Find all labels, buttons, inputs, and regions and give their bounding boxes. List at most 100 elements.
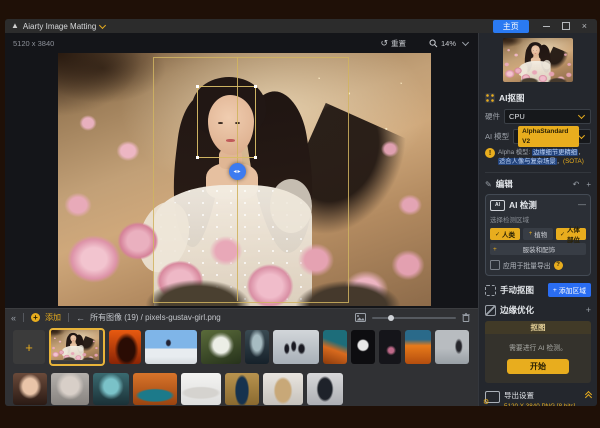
detect-chip-clothing[interactable]: + 服装和配饰	[490, 243, 586, 255]
add-region-button[interactable]: + 添加区域	[548, 283, 591, 297]
collapse-card-icon[interactable]: —	[578, 201, 586, 209]
girl-dress	[521, 61, 551, 82]
add-image-icon[interactable]: +	[31, 313, 40, 322]
close-button[interactable]: ×	[582, 22, 587, 31]
hardware-value: CPU	[509, 112, 525, 121]
add-icon[interactable]: +	[586, 180, 591, 189]
thumbnail-dark-flower[interactable]	[379, 330, 401, 364]
add-image-label[interactable]: 添加	[45, 312, 61, 323]
girl-hair	[68, 333, 78, 340]
model-tip-text: Alpha 模型: 边缘细节更精细，适合人像与复杂场景，(SOTA)	[498, 148, 591, 166]
matting-panel: 抠图 需要进行 AI 检测。 开始	[485, 321, 591, 383]
thumbnail-beach-walker[interactable]	[435, 330, 469, 364]
thumbnail-braided-portrait[interactable]	[245, 330, 269, 364]
start-button[interactable]: 开始	[507, 359, 569, 374]
thumbnail-beige-sweater[interactable]	[263, 373, 303, 405]
thumbnail-portrait-hands[interactable]	[13, 373, 47, 405]
back-icon[interactable]: ←	[76, 313, 85, 323]
thumbnail-teal-car[interactable]	[133, 373, 177, 405]
edit-title: 编辑	[496, 178, 513, 190]
thumbnail-girl-in-flowers[interactable]	[49, 328, 105, 366]
home-button[interactable]: 主页	[493, 20, 529, 33]
ai-detect-title: AI 检测	[509, 199, 537, 211]
manual-matting-icon	[485, 285, 496, 296]
detect-chip-human[interactable]: ✓人类	[490, 228, 520, 240]
thumbnail-red-silhouette[interactable]	[109, 330, 141, 364]
canvas-toolbar: 5120 x 3840 ↺ 重置 14%	[5, 33, 478, 51]
face-detection-box[interactable]	[197, 86, 256, 158]
thumbnail-group-jump[interactable]	[273, 330, 319, 364]
delete-image-icon[interactable]	[462, 313, 470, 322]
undo-icon[interactable]: ↶	[573, 180, 580, 189]
model-tip-part: 适合人像与复杂场景	[498, 158, 557, 165]
reset-view-button[interactable]: ↺ 重置	[380, 38, 406, 49]
export-collapse-icon[interactable]	[586, 392, 591, 400]
model-select[interactable]: AlphaStandard V2	[513, 129, 591, 144]
box-corner-handle[interactable]	[254, 156, 257, 159]
model-tip-part: ，	[578, 149, 584, 156]
image-dimensions: 5120 x 3840	[13, 39, 54, 48]
box-corner-handle[interactable]	[196, 156, 199, 159]
compare-slider-handle[interactable]: ◂▸	[229, 163, 246, 180]
girl-dress	[63, 346, 83, 360]
add-tile-plus-icon: +	[13, 330, 45, 364]
ai-detect-icon: AI	[490, 200, 505, 211]
girl-face	[70, 335, 76, 342]
girl-chest	[531, 57, 541, 63]
export-detail: 5120 X 3840 PNG [8 bits]	[504, 403, 582, 406]
edge-refine-icon	[485, 305, 496, 316]
thumbnail-add-image-tile[interactable]: +	[13, 330, 45, 364]
girl-hair	[65, 335, 73, 354]
thumbnail-white-dove[interactable]	[351, 330, 375, 364]
model-tip: ! Alpha 模型: 边缘细节更精细，适合人像与复杂场景，(SOTA)	[485, 148, 591, 166]
thumbnail-dandelion[interactable]	[201, 330, 241, 364]
girl-sleeve-l	[60, 347, 69, 357]
thumbnail-row-2	[9, 368, 478, 406]
title-chevron-down-icon[interactable]	[99, 21, 106, 28]
thumbnail-blue-fashion[interactable]	[225, 373, 259, 405]
ai-detect-card: AI AI 检测 — 选择检测区域 ✓人类+植物✓人体部位 + 服装和配饰 应用…	[485, 194, 591, 276]
maximize-button[interactable]	[562, 22, 570, 30]
model-chevron-down-icon	[578, 132, 585, 139]
thumbnail-size-icon	[355, 313, 366, 322]
slider-knob[interactable]	[388, 315, 394, 321]
detect-chip-body-parts[interactable]: ✓人体部位	[556, 228, 586, 240]
model-info-icon: !	[485, 148, 495, 158]
photo-canvas[interactable]: ◂▸	[58, 53, 431, 306]
manual-matting-label: 手动抠图	[500, 284, 534, 296]
zoom-chevron-down-icon[interactable]	[462, 38, 469, 45]
thumbnail-size-slider[interactable]	[372, 317, 456, 319]
thumbnail-teal-scarf-portrait[interactable]	[93, 373, 129, 405]
model-tip-part: 边缘细节更精细	[532, 149, 578, 156]
gear-icon: ⚙	[483, 399, 489, 406]
hardware-select[interactable]: CPU	[504, 109, 591, 124]
detect-chip-label: 植物	[534, 229, 547, 239]
separator	[23, 313, 24, 322]
export-settings-label: 导出设置	[504, 390, 582, 401]
thumbnail-orange-jacket[interactable]	[405, 330, 431, 364]
thumbnail-gray-portrait[interactable]	[51, 373, 89, 405]
titlebar: ▲ Aiarty Image Matting 主页 ×	[5, 19, 597, 33]
thumbnail-ski-scene[interactable]	[145, 330, 197, 364]
zoom-level: 14%	[441, 39, 456, 48]
zoom-control[interactable]: 14%	[429, 39, 470, 48]
thumbnail-dark-jacket-walker[interactable]	[307, 373, 343, 405]
box-corner-handle[interactable]	[254, 85, 257, 88]
box-corner-handle[interactable]	[196, 85, 199, 88]
thumbnail-row-1: +	[9, 326, 478, 368]
apply-batch-checkbox[interactable]	[490, 260, 500, 270]
thumbnail-white-sofa[interactable]	[181, 373, 221, 405]
edge-add-icon[interactable]: +	[586, 305, 591, 315]
help-icon[interactable]: ?	[554, 261, 563, 270]
girl-hair	[74, 334, 85, 354]
minimize-button[interactable]	[543, 26, 550, 27]
breadcrumb: 所有图像 (19) / pixels-gustav-girl.png	[90, 312, 221, 323]
thumbnail-orange-teal-portrait[interactable]	[323, 330, 347, 364]
model-tip-part: Alpha 模型:	[498, 149, 532, 156]
detect-chip-plant[interactable]: +植物	[523, 228, 553, 240]
export-settings[interactable]: ⚙ 导出设置 5120 X 3840 PNG [8 bits]	[485, 390, 591, 406]
export-settings-icon: ⚙	[485, 391, 500, 403]
collapse-filmstrip-icon[interactable]: «	[11, 313, 16, 323]
girl-hair	[523, 45, 535, 72]
hardware-label: 硬件	[485, 111, 500, 122]
